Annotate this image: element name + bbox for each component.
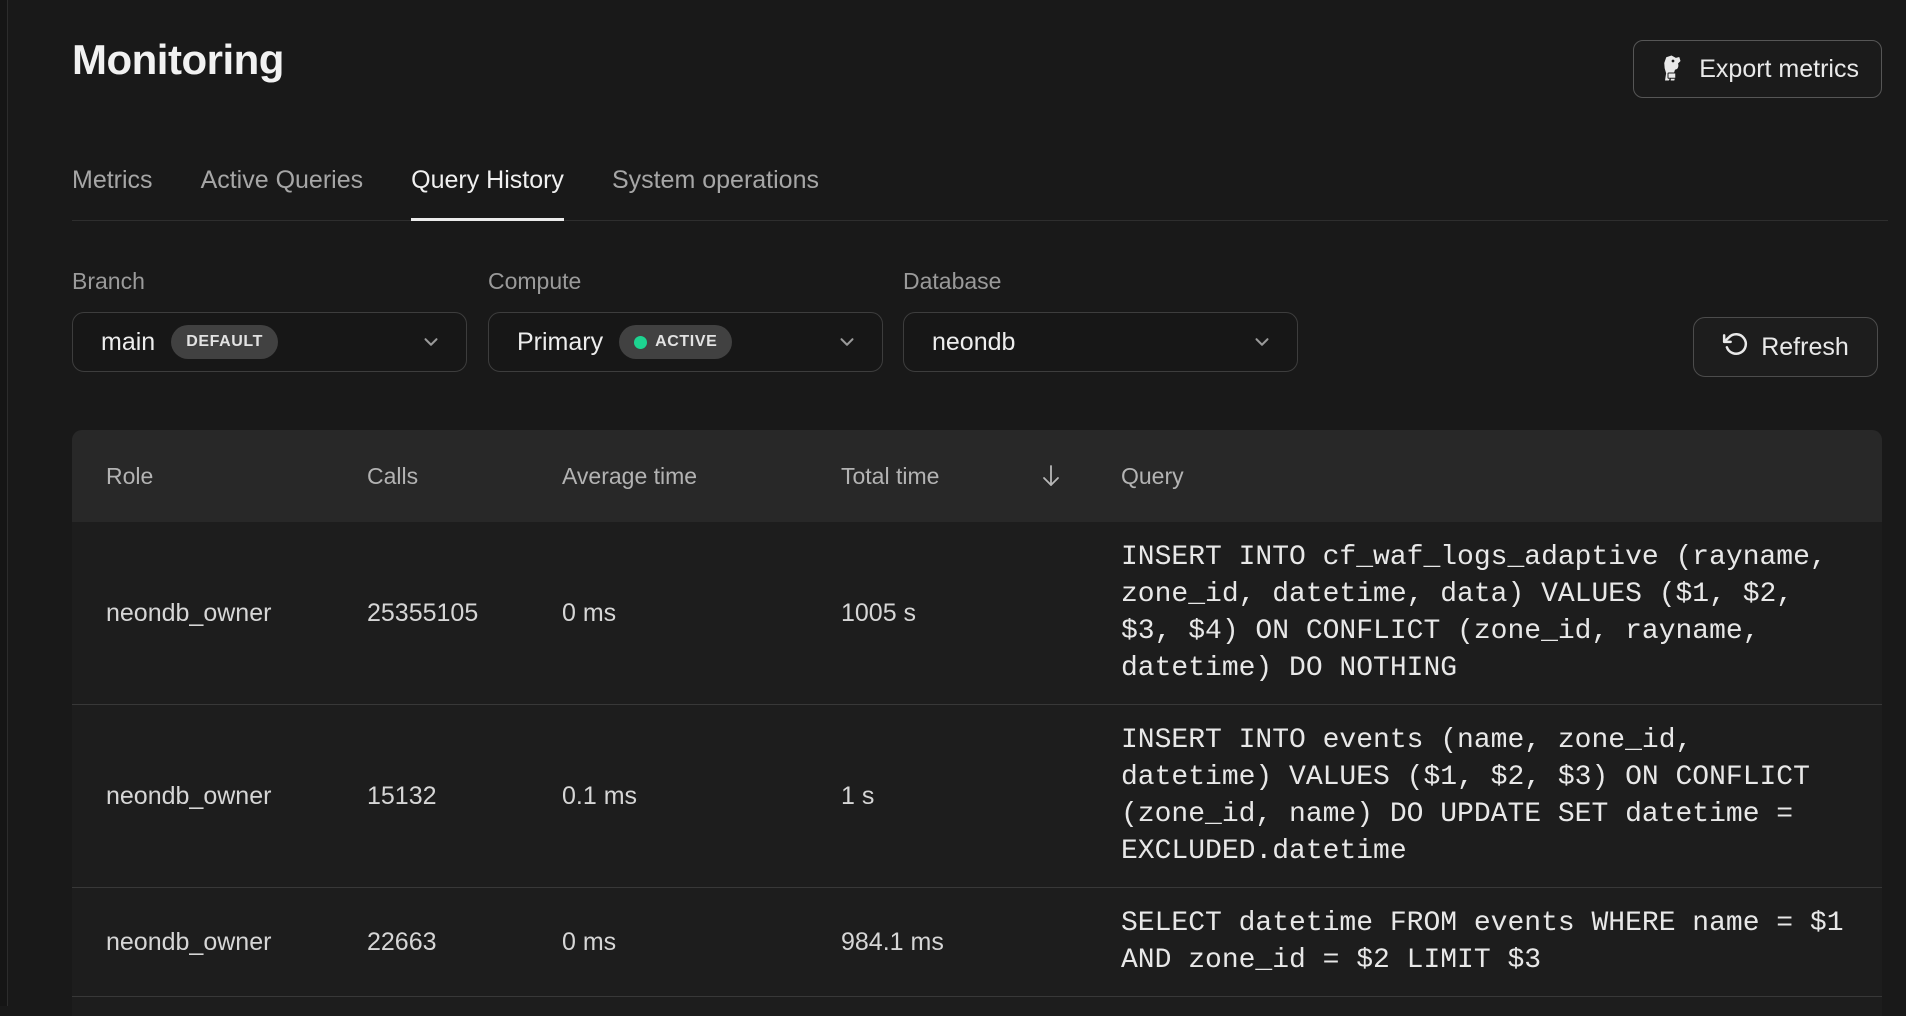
branch-value: main xyxy=(101,328,155,357)
average-time-cell: 0.1 ms xyxy=(562,782,841,811)
query-cell: SELECT datetime FROM events WHERE name =… xyxy=(1121,888,1882,996)
table-row[interactable]: neondb_owner 22663 0 ms 984.1 ms SELECT … xyxy=(72,887,1882,996)
query-history-table: Role Calls Average time Total time Query… xyxy=(72,430,1882,1016)
active-status-dot xyxy=(634,336,647,349)
tab-metrics[interactable]: Metrics xyxy=(72,166,153,221)
tab-system-operations[interactable]: System operations xyxy=(612,166,819,221)
refresh-button[interactable]: Refresh xyxy=(1693,317,1878,377)
calls-cell: 25355105 xyxy=(367,599,562,628)
table-row-partial xyxy=(72,996,1882,1016)
branch-label: Branch xyxy=(72,268,467,295)
default-badge: DEFAULT xyxy=(171,325,278,359)
column-header-calls[interactable]: Calls xyxy=(367,463,562,490)
table-body: neondb_owner 25355105 0 ms 1005 s INSERT… xyxy=(72,522,1882,996)
query-sql-text: SELECT datetime FROM events WHERE name =… xyxy=(1121,905,1851,979)
export-metrics-label: Export metrics xyxy=(1699,55,1859,84)
tab-query-history[interactable]: Query History xyxy=(411,166,564,221)
compute-value: Primary xyxy=(517,328,603,357)
column-header-total-time[interactable]: Total time xyxy=(841,463,1121,490)
tab-active-queries[interactable]: Active Queries xyxy=(201,166,364,221)
query-cell: INSERT INTO cf_waf_logs_adaptive (raynam… xyxy=(1121,522,1882,704)
tab-bar: Metrics Active Queries Query History Sys… xyxy=(72,166,1888,221)
content-left-border xyxy=(0,0,8,1006)
query-sql-text: INSERT INTO cf_waf_logs_adaptive (raynam… xyxy=(1121,539,1851,687)
query-cell: INSERT INTO events (name, zone_id, datet… xyxy=(1121,705,1882,887)
database-value: neondb xyxy=(932,328,1015,357)
column-header-query[interactable]: Query xyxy=(1121,463,1882,490)
database-label: Database xyxy=(903,268,1298,295)
compute-label: Compute xyxy=(488,268,883,295)
compute-select[interactable]: Primary ACTIVE xyxy=(488,312,883,372)
branch-select[interactable]: main DEFAULT xyxy=(72,312,467,372)
export-metrics-button[interactable]: Export metrics xyxy=(1633,40,1882,98)
chevron-down-icon xyxy=(420,331,442,353)
average-time-cell: 0 ms xyxy=(562,599,841,628)
chevron-down-icon xyxy=(836,331,858,353)
chevron-down-icon xyxy=(1251,331,1273,353)
refresh-icon xyxy=(1722,331,1748,364)
total-time-cell: 1005 s xyxy=(841,599,1121,628)
role-cell: neondb_owner xyxy=(106,599,367,628)
column-header-role[interactable]: Role xyxy=(106,463,367,490)
table-row[interactable]: neondb_owner 15132 0.1 ms 1 s INSERT INT… xyxy=(72,704,1882,887)
calls-cell: 15132 xyxy=(367,782,562,811)
role-cell: neondb_owner xyxy=(106,928,367,957)
active-badge: ACTIVE xyxy=(619,325,732,359)
page-title: Monitoring xyxy=(72,36,284,84)
refresh-label: Refresh xyxy=(1761,333,1849,362)
calls-cell: 22663 xyxy=(367,928,562,957)
table-row[interactable]: neondb_owner 25355105 0 ms 1005 s INSERT… xyxy=(72,522,1882,704)
total-time-cell: 984.1 ms xyxy=(841,928,1121,957)
total-time-cell: 1 s xyxy=(841,782,1121,811)
datadog-icon xyxy=(1656,54,1686,84)
column-header-average-time[interactable]: Average time xyxy=(562,463,841,490)
query-sql-text: INSERT INTO events (name, zone_id, datet… xyxy=(1121,722,1851,870)
average-time-cell: 0 ms xyxy=(562,928,841,957)
arrow-down-icon[interactable] xyxy=(1039,463,1063,489)
database-select[interactable]: neondb xyxy=(903,312,1298,372)
table-header-row: Role Calls Average time Total time Query xyxy=(72,430,1882,522)
role-cell: neondb_owner xyxy=(106,782,367,811)
